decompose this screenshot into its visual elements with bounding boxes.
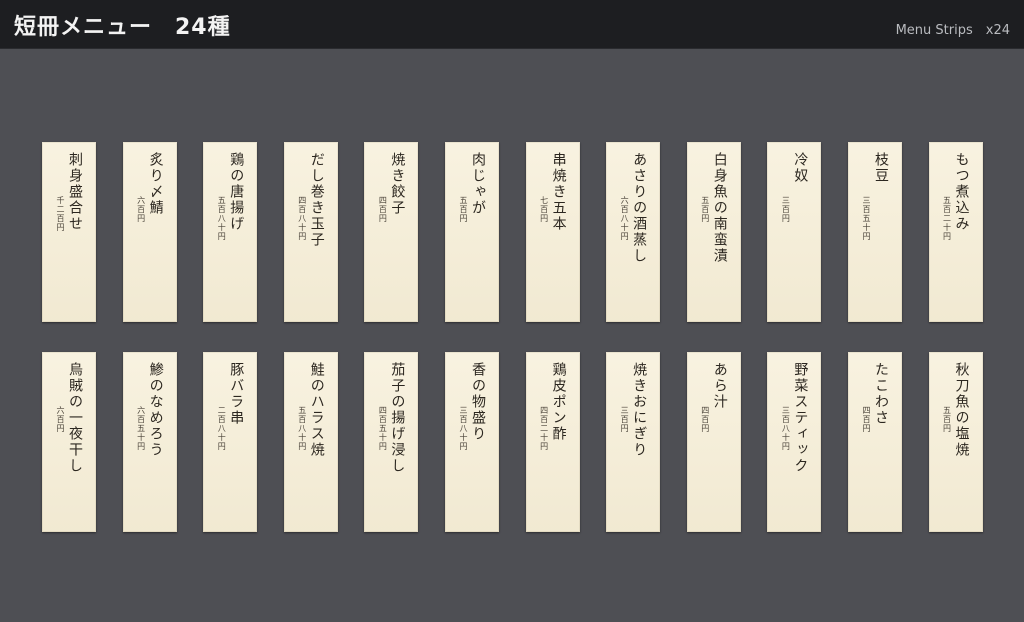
menu-strip[interactable]: 刺身盛合せ 千二百円 [42, 142, 96, 322]
menu-strip[interactable]: 炙り〆鯖 六百円 [122, 142, 177, 322]
menu-strip[interactable]: もつ煮込み 五百二十円 [928, 142, 983, 322]
menu-item-name: 烏賊の一夜干し [67, 362, 83, 474]
menu-item-name: 豚バラ串 [228, 362, 245, 426]
menu-item-name: 枝豆 [872, 152, 889, 184]
menu-strip[interactable]: 香の物盛り 三百八十円 [444, 352, 499, 532]
menu-item-price: 五百円 [700, 196, 710, 223]
header-bar: 短冊メニュー 24種 Menu Strips x24 [0, 0, 1024, 49]
menu-item-price: 三百八十円 [458, 406, 468, 451]
menu-item-name: 鮭のハラス焼 [308, 362, 325, 458]
menu-item-price: 六百円 [136, 196, 146, 223]
menu-item-price: 四百円 [700, 406, 710, 433]
menu-item-price: 五百八十円 [217, 196, 227, 241]
menu-item-name: 鯵のなめろう [147, 362, 164, 458]
menu-strip[interactable]: 茄子の揚げ浸し 四百五十円 [364, 352, 419, 532]
menu-item-price: 五百円 [458, 196, 468, 223]
menu-item-name: 野菜スティック [792, 362, 809, 474]
page-title: 短冊メニュー 24種 [14, 15, 231, 40]
menu-strip[interactable]: たこわさ 四百円 [847, 352, 902, 532]
menu-item-price: 四百円 [378, 196, 388, 223]
menu-strip[interactable]: 冷奴 三百円 [767, 142, 822, 322]
menu-strip[interactable]: 鮭のハラス焼 五百八十円 [283, 352, 338, 532]
menu-item-price: 三百円 [781, 196, 791, 223]
menu-item-name: 冷奴 [792, 152, 809, 184]
menu-item-price: 四百八十円 [297, 196, 307, 241]
menu-item-name: 刺身盛合せ [67, 152, 83, 232]
menu-item-name: 焼き餃子 [389, 152, 406, 216]
menu-strip[interactable]: あさりの酒蒸し 六百八十円 [606, 142, 661, 322]
menu-item-name: 焼きおにぎり [631, 362, 648, 458]
menu-item-price: 七百円 [539, 196, 549, 223]
menu-item-name: だし巻き玉子 [308, 152, 325, 248]
menu-item-price: 四百円 [861, 406, 871, 433]
menu-strip[interactable]: 肉じゃが 五百円 [444, 142, 499, 322]
menu-strip[interactable]: 烏賊の一夜干し 六百円 [42, 352, 96, 532]
menu-item-price: 五百八十円 [297, 406, 307, 451]
menu-strip-grid: 刺身盛合せ 千二百円 炙り〆鯖 六百円 鶏の唐揚げ 五百八十円 だし巻き玉子 四… [42, 142, 983, 532]
menu-item-name: 白身魚の南蛮漬 [711, 152, 728, 264]
menu-strip[interactable]: 焼きおにぎり 三百円 [606, 352, 661, 532]
menu-item-name: あさりの酒蒸し [631, 152, 648, 264]
menu-item-price: 六百円 [56, 406, 65, 433]
menu-strip[interactable]: 鯵のなめろう 六百五十円 [122, 352, 177, 532]
menu-item-name: 炙り〆鯖 [147, 152, 164, 216]
menu-strip[interactable]: 串焼き五本 七百円 [525, 142, 580, 322]
page-subtitle: Menu Strips x24 [895, 23, 1010, 38]
menu-strip[interactable]: 鶏皮ポン酢 四百二十円 [525, 352, 580, 532]
menu-item-price: 四百二十円 [539, 406, 549, 451]
menu-strip[interactable]: 豚バラ串 二百八十円 [203, 352, 258, 532]
menu-item-price: 三百円 [620, 406, 630, 433]
menu-item-name: 茄子の揚げ浸し [389, 362, 406, 474]
menu-item-price: 五百二十円 [942, 196, 952, 241]
menu-strip[interactable]: 焼き餃子 四百円 [364, 142, 419, 322]
menu-item-name: 鶏の唐揚げ [228, 152, 245, 232]
menu-item-name: 鶏皮ポン酢 [550, 362, 567, 442]
menu-item-price: 二百八十円 [217, 406, 227, 451]
menu-item-price: 六百八十円 [620, 196, 630, 241]
menu-strip[interactable]: だし巻き玉子 四百八十円 [283, 142, 338, 322]
menu-strip[interactable]: あら汁 四百円 [686, 352, 741, 532]
menu-strip[interactable]: 枝豆 三百五十円 [847, 142, 902, 322]
menu-item-name: もつ煮込み [953, 152, 970, 232]
menu-item-name: 串焼き五本 [550, 152, 567, 232]
menu-item-name: 香の物盛り [469, 362, 486, 442]
menu-item-name: あら汁 [711, 362, 728, 410]
menu-item-price: 三百五十円 [861, 196, 871, 241]
menu-strip[interactable]: 秋刀魚の塩焼 五百円 [928, 352, 983, 532]
menu-item-price: 五百円 [942, 406, 952, 433]
menu-item-price: 六百五十円 [136, 406, 146, 451]
menu-item-price: 三百八十円 [781, 406, 791, 451]
menu-item-name: 肉じゃが [469, 152, 486, 216]
menu-strip[interactable]: 白身魚の南蛮漬 五百円 [686, 142, 741, 322]
menu-item-price: 千二百円 [56, 196, 65, 232]
menu-strip[interactable]: 野菜スティック 三百八十円 [767, 352, 822, 532]
menu-item-price: 四百五十円 [378, 406, 388, 451]
menu-item-name: たこわさ [872, 362, 889, 426]
menu-item-name: 秋刀魚の塩焼 [953, 362, 970, 458]
menu-strip[interactable]: 鶏の唐揚げ 五百八十円 [203, 142, 258, 322]
